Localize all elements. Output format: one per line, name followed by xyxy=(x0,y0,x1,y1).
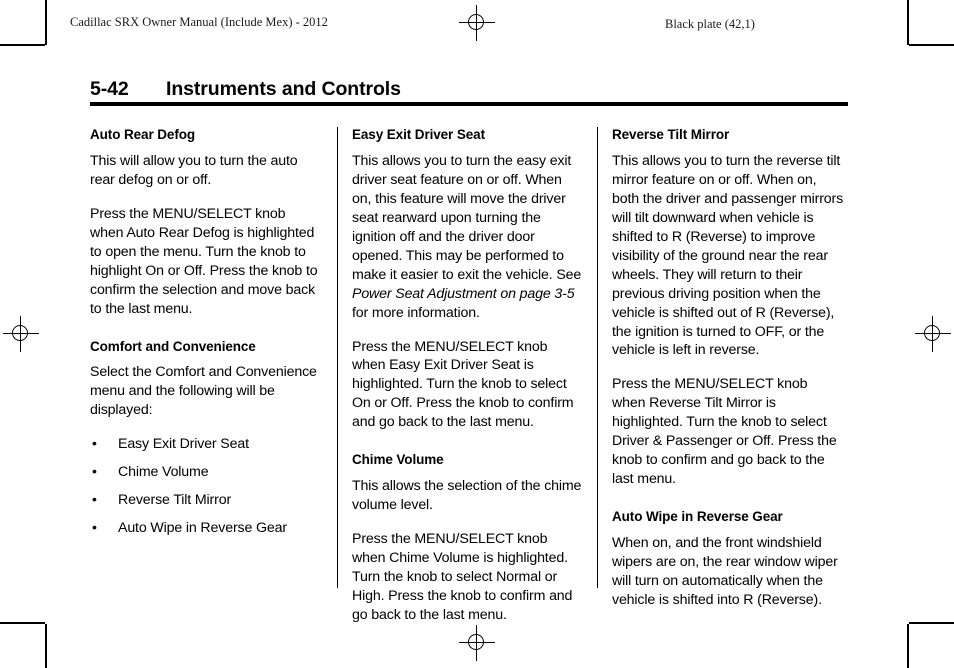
paragraph-text-before-xref: This allows you to turn the easy exit dr… xyxy=(352,152,582,283)
list-item-label: Auto Wipe in Reverse Gear xyxy=(118,520,287,537)
text-column-3: Reverse Tilt Mirror This allows you to tu… xyxy=(612,127,844,610)
list-item: • Easy Exit Driver Seat xyxy=(90,435,322,454)
registration-target-icon-left xyxy=(3,316,39,352)
crop-mark-top-left-vertical xyxy=(45,0,47,45)
menu-item-list: • Easy Exit Driver Seat • Chime Volume • Reve… xyxy=(90,435,322,538)
section-heading-comfort-and-convenience: Comfort and Convenience xyxy=(90,338,256,354)
body-paragraph: Select the Comfort and Convenience menu … xyxy=(90,364,317,419)
body-paragraph: This allows you to turn the reverse tilt… xyxy=(612,152,844,359)
list-item-label: Reverse Tilt Mirror xyxy=(118,492,232,509)
bullet-icon: • xyxy=(92,463,97,480)
crop-mark-bottom-right-vertical xyxy=(907,624,909,668)
crop-mark-top-right-vertical xyxy=(907,0,909,45)
bullet-icon: • xyxy=(92,519,97,536)
text-column-2: Easy Exit Driver Seat This allows you to … xyxy=(352,127,584,625)
body-paragraph: Press the MENU/SELECT knob when Chime Vo… xyxy=(352,531,573,623)
title-rule xyxy=(90,102,848,106)
crop-mark-top-right-horizontal xyxy=(909,44,954,46)
crop-mark-bottom-left-horizontal xyxy=(0,622,45,624)
running-head-right: Black plate (42,1) xyxy=(665,17,755,31)
text-column-1: Auto Rear Defog This will allow you to tu… xyxy=(90,127,322,547)
paragraph-text-after-xref: for more information. xyxy=(352,304,480,321)
page-number: 5-42 xyxy=(90,78,129,100)
list-item-label: Chime Volume xyxy=(118,464,209,481)
section-heading-reverse-tilt-mirror: Reverse Tilt Mirror xyxy=(612,127,730,142)
chapter-title: Instruments and Controls xyxy=(166,78,401,100)
cross-reference-link[interactable]: Power Seat Adjustment on page 3-5 xyxy=(352,286,575,302)
body-paragraph-with-cross-reference: This allows you to turn the easy exit dr… xyxy=(352,152,584,323)
running-head-left: Cadillac SRX Owner Manual (Include Mex) … xyxy=(70,15,328,29)
bullet-icon: • xyxy=(92,491,97,508)
crop-mark-bottom-left-vertical xyxy=(45,624,47,668)
registration-target-icon-bottom xyxy=(459,625,495,661)
list-item: • Auto Wipe in Reverse Gear xyxy=(90,519,322,538)
body-paragraph: Press the MENU/SELECT knob when Auto Rea… xyxy=(90,205,318,317)
crop-mark-top-left-horizontal xyxy=(0,44,45,46)
section-heading-auto-rear-defog: Auto Rear Defog xyxy=(90,127,196,142)
registration-target-icon-right xyxy=(915,316,951,352)
list-item: • Chime Volume xyxy=(90,463,322,482)
section-heading-chime-volume: Chime Volume xyxy=(352,452,444,468)
body-paragraph: This will allow you to turn the auto rea… xyxy=(90,152,298,188)
body-paragraph: When on, and the front windshield wipers… xyxy=(612,535,838,608)
body-paragraph: This allows the selection of the chime v… xyxy=(352,478,582,514)
column-divider-1 xyxy=(337,127,338,588)
section-heading-auto-wipe-in-reverse-gear: Auto Wipe in Reverse Gear xyxy=(612,509,783,525)
registration-target-icon-top xyxy=(459,5,495,41)
body-paragraph: Press the MENU/SELECT knob when Easy Exi… xyxy=(352,338,574,431)
bullet-icon: • xyxy=(92,435,97,452)
section-heading-easy-exit-driver-seat: Easy Exit Driver Seat xyxy=(352,127,485,142)
crop-mark-bottom-right-horizontal xyxy=(909,622,954,624)
list-item: • Reverse Tilt Mirror xyxy=(90,491,322,510)
body-paragraph: Press the MENU/SELECT knob when Reverse … xyxy=(612,376,837,488)
column-divider-2 xyxy=(597,127,598,588)
page-title: 5-42 Instruments and Controls xyxy=(90,78,848,101)
list-item-label: Easy Exit Driver Seat xyxy=(118,436,249,453)
